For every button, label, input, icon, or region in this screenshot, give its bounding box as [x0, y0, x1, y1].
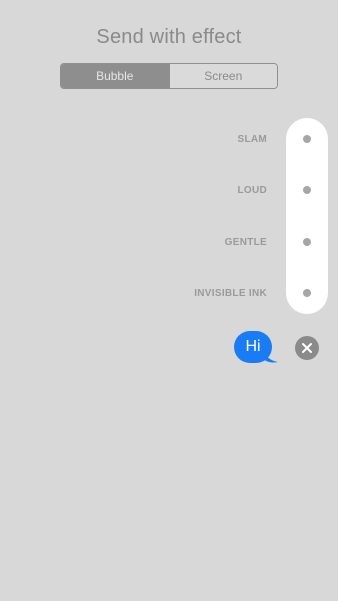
cancel-button[interactable]: [295, 336, 319, 360]
effect-option-invisible-ink[interactable]: [303, 289, 311, 297]
effect-selector-track: [286, 118, 328, 314]
tab-screen[interactable]: Screen: [168, 64, 277, 88]
effect-label-gentle[interactable]: GENTLE: [225, 237, 267, 248]
effect-option-gentle[interactable]: [303, 238, 311, 246]
close-icon: [302, 343, 312, 353]
effect-label-loud[interactable]: LOUD: [237, 185, 267, 196]
message-bubble: Hi: [234, 331, 272, 363]
effect-option-loud[interactable]: [303, 186, 311, 194]
effect-type-segmented-control: Bubble Screen: [60, 63, 278, 89]
effect-label-invisible-ink[interactable]: INVISIBLE INK: [194, 288, 267, 299]
effect-option-slam[interactable]: [303, 135, 311, 143]
page-title: Send with effect: [96, 26, 242, 48]
tab-bubble[interactable]: Bubble: [61, 64, 169, 88]
effect-label-slam[interactable]: SLAM: [237, 134, 267, 145]
